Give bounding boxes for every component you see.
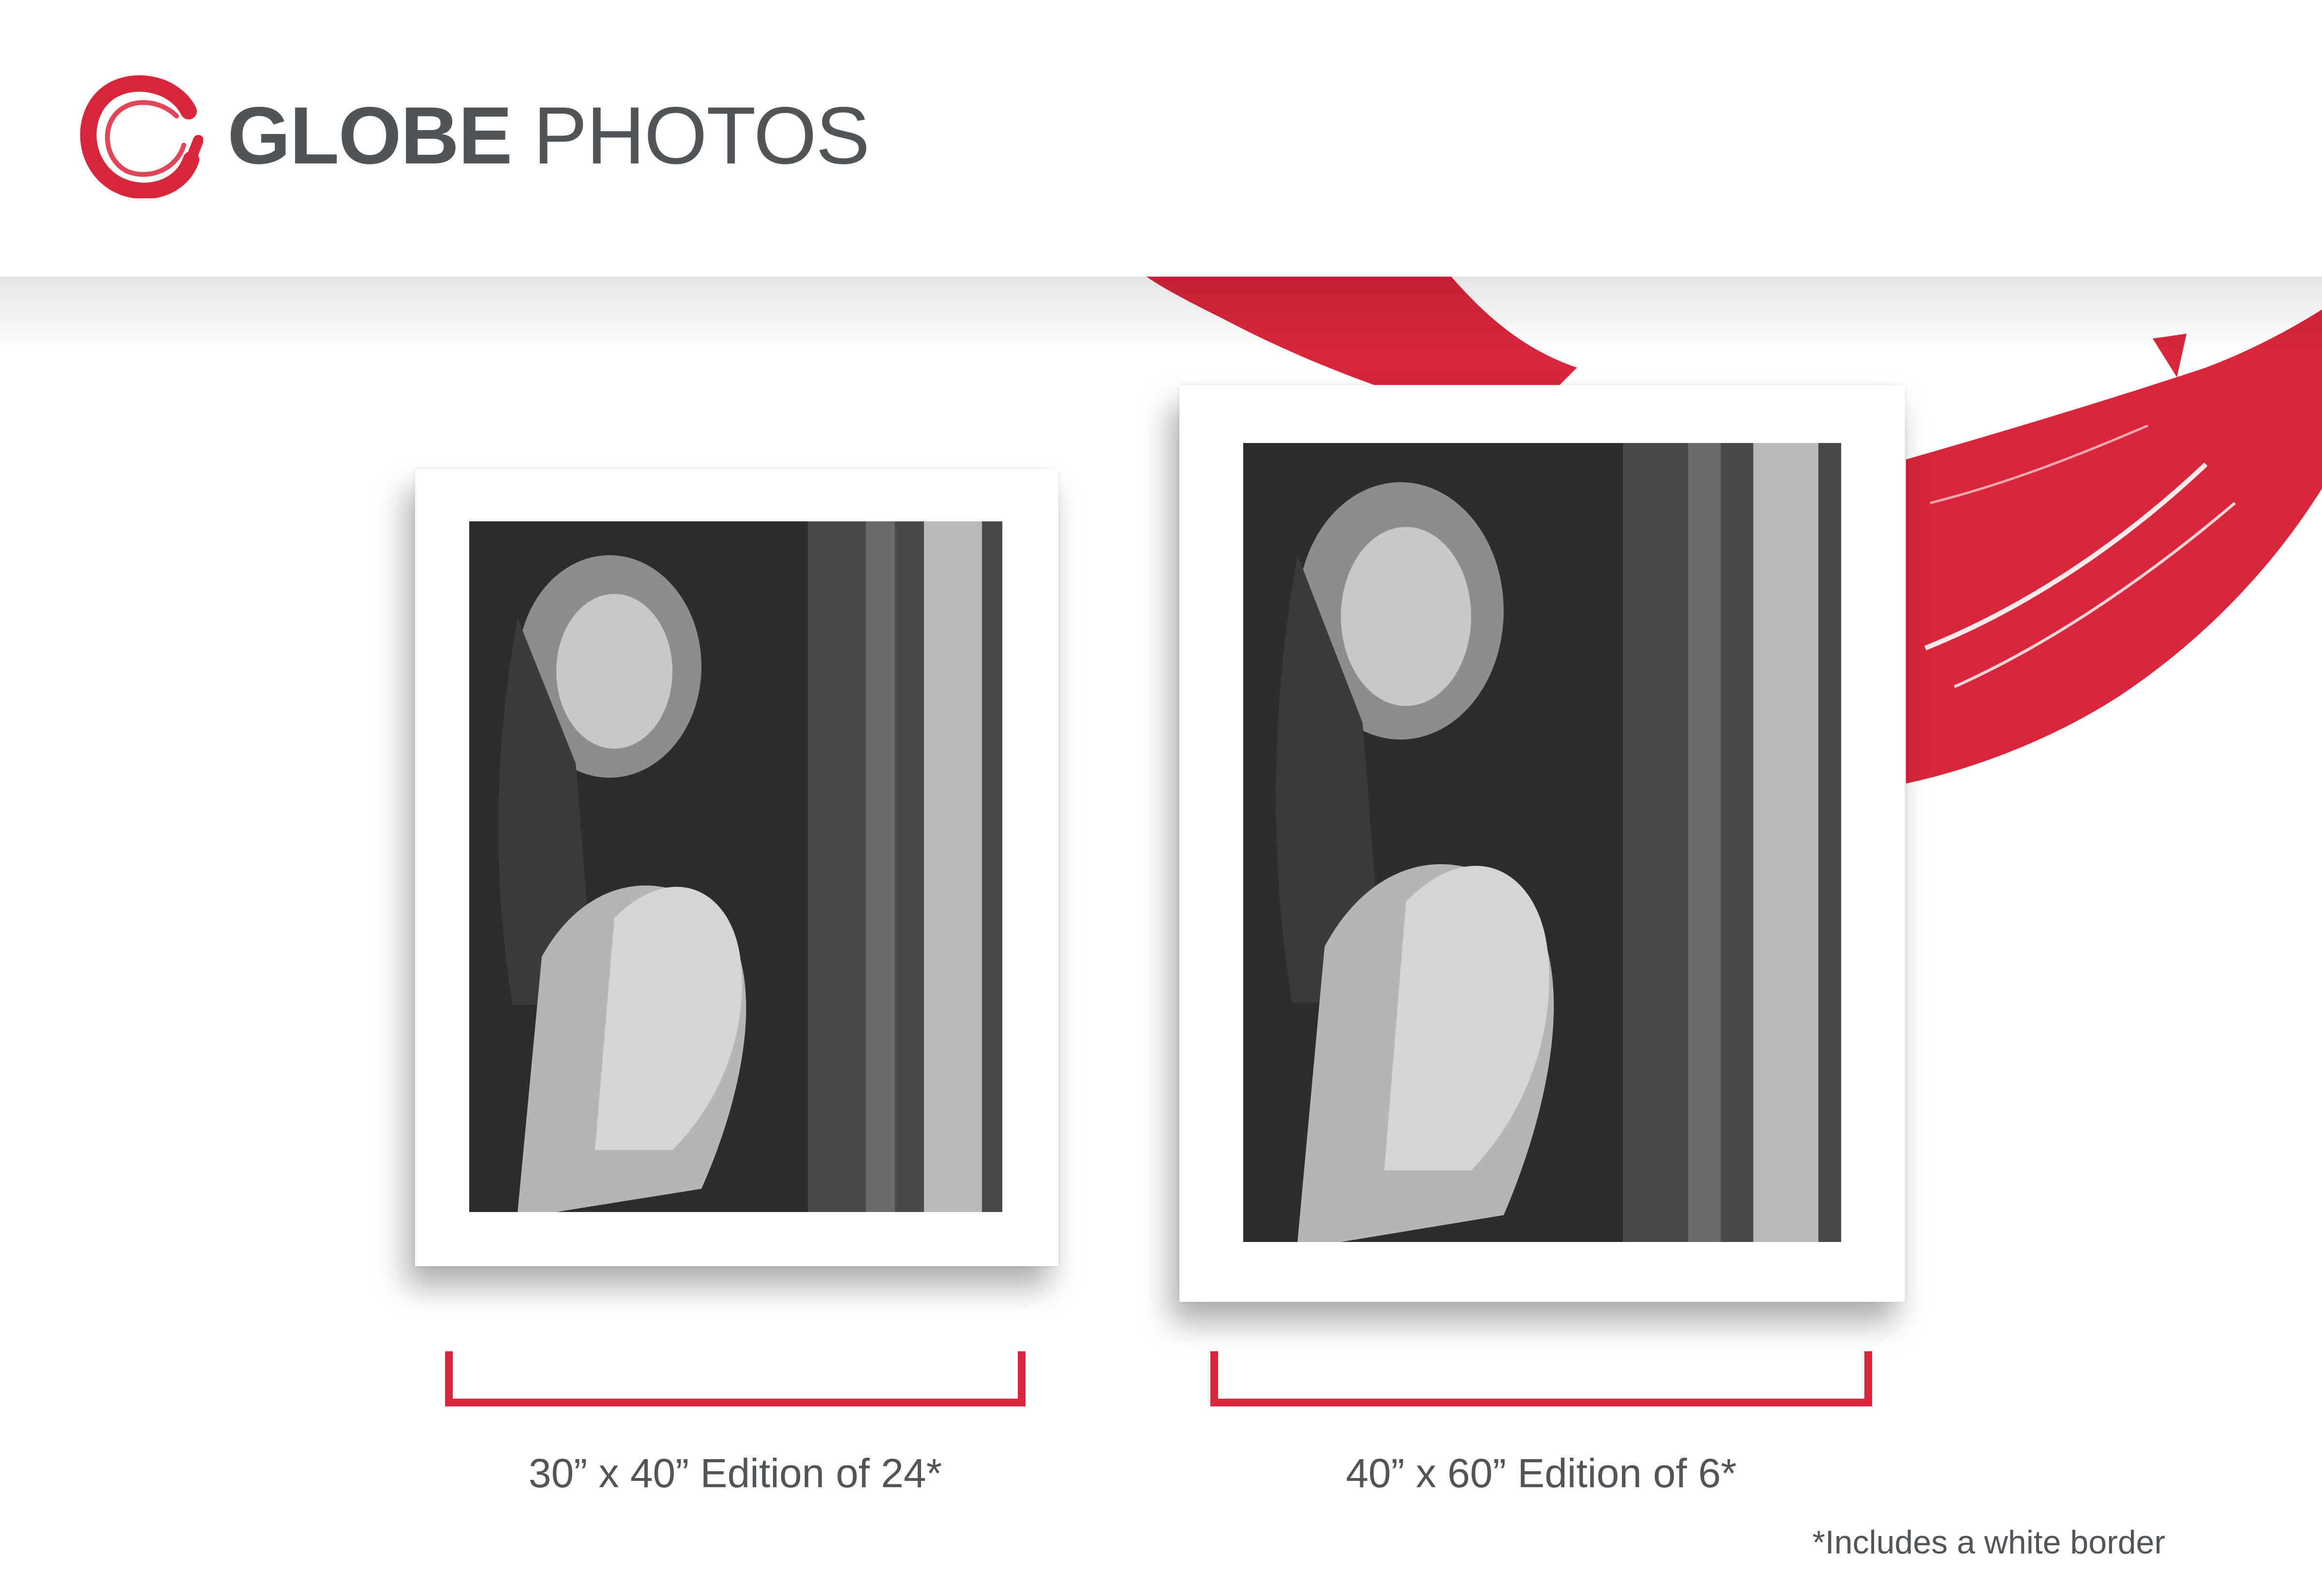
edition-label-small: 30” x 40” Edition of 24*: [528, 1450, 942, 1496]
bracket-tick-right: [1018, 1351, 1026, 1406]
size-bracket-large: [1210, 1351, 1872, 1406]
brand-wordmark: GLOBE PHOTOS: [227, 90, 870, 181]
brush-circle-icon: [80, 75, 203, 198]
edition-label-large: 40” x 60” Edition of 6*: [1346, 1450, 1737, 1496]
bracket-bar: [445, 1399, 1026, 1406]
photo-image: [469, 521, 1002, 1212]
border-footnote: *Includes a white border: [1812, 1524, 2165, 1561]
bracket-tick-left: [445, 1351, 453, 1406]
bracket-tick-left: [1210, 1351, 1218, 1406]
header-shadow: [0, 277, 2322, 354]
brand-name-light: PHOTOS: [533, 90, 870, 181]
print-preview-small[interactable]: [415, 469, 1058, 1266]
photo-placeholder: [1243, 443, 1841, 1242]
page-header: GLOBE PHOTOS: [0, 0, 2322, 277]
photo-image: [1243, 443, 1841, 1242]
brand-name-bold: GLOBE: [227, 90, 512, 181]
bracket-tick-right: [1864, 1351, 1872, 1406]
print-preview-large[interactable]: [1179, 385, 1905, 1302]
photo-placeholder: [469, 521, 1002, 1212]
bracket-bar: [1210, 1399, 1872, 1406]
size-bracket-small: [445, 1351, 1026, 1406]
brand-logo[interactable]: GLOBE PHOTOS: [77, 73, 870, 198]
